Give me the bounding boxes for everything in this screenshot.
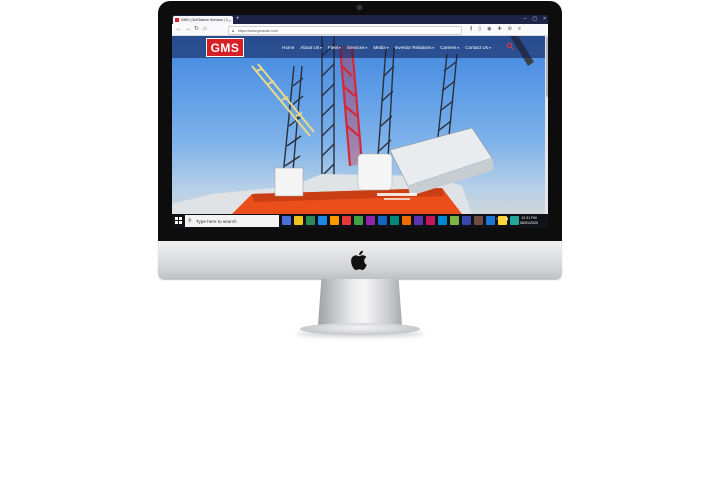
sidebar-icon[interactable]: ▯ (478, 25, 481, 34)
address-bar[interactable]: 🔒︎ https://www.gmsuae.com (228, 26, 462, 35)
taskbar-app-icon[interactable] (426, 216, 435, 225)
imac-stand-foot (300, 323, 420, 335)
taskbar-app-icon[interactable] (354, 216, 363, 225)
home-icon[interactable]: ⌂ (203, 25, 207, 34)
main-menu: Home About Us▾ Fleet▾ Services▾ Media▾ I… (282, 36, 491, 58)
site-navigation: GMS Home About Us▾ Fleet▾ Services▾ Medi… (172, 36, 548, 58)
chevron-down-icon: ▾ (339, 45, 341, 50)
taskbar-app-icon[interactable] (486, 216, 495, 225)
url-text: https://www.gmsuae.com (238, 28, 278, 33)
taskbar-app-icon[interactable] (414, 216, 423, 225)
menu-item-contact-us[interactable]: Contact Us▾ (465, 45, 491, 50)
taskbar-app-icon[interactable] (462, 216, 471, 225)
chevron-up-icon[interactable]: ˄ (496, 216, 498, 221)
taskbar-app-icon[interactable] (450, 216, 459, 225)
minimize-button[interactable]: – (524, 15, 527, 24)
tab-close-icon[interactable]: × (229, 18, 231, 23)
windows-start-icon[interactable] (175, 217, 182, 224)
taskbar-app-icon[interactable] (342, 216, 351, 225)
toolbar-icons: ⫼ ▯ ◉ ✚ ⚙ ≡ (470, 25, 521, 34)
screen: GMS | Gulf Marine Services | C... × + – … (172, 15, 548, 228)
forward-arrow-icon[interactable]: → (185, 25, 191, 34)
maximize-button[interactable]: ▢ (532, 15, 537, 24)
lock-icon: 🔒︎ (232, 28, 235, 33)
taskbar-app-icon[interactable] (378, 216, 387, 225)
imac-stand-neck (318, 279, 402, 325)
taskbar-app-icon[interactable] (282, 216, 291, 225)
website: GMS Home About Us▾ Fleet▾ Services▾ Medi… (172, 36, 548, 214)
settings-icon[interactable]: ⚙ (508, 25, 512, 34)
extensions-icon[interactable]: ✚ (497, 25, 501, 34)
chevron-down-icon: ▾ (457, 45, 460, 50)
tab-title: GMS | Gulf Marine Services | C... (181, 18, 229, 22)
jackup-rig-illustration (172, 36, 534, 214)
taskbar-app-icon[interactable] (438, 216, 447, 225)
menu-item-careers[interactable]: Careers▾ (440, 45, 459, 50)
browser-toolbar: ← → ↻ ⌂ 🔒︎ https://www.gmsuae.com ⫼ ▯ ◉ … (172, 24, 548, 36)
search-placeholder: Type here to search (196, 218, 237, 224)
gms-logo[interactable]: GMS (206, 38, 244, 57)
taskbar-app-icon[interactable] (474, 216, 483, 225)
close-window-button[interactable]: × (543, 15, 546, 24)
taskbar-app-icon[interactable] (330, 216, 339, 225)
volume-icon[interactable]: ◀ (505, 216, 508, 221)
gms-favicon-icon (175, 18, 179, 22)
windows-taskbar: ⚲ Type here to search ˄ ◔ ◀ 12:31 PM 06/… (172, 214, 548, 228)
taskbar-app-icon[interactable] (318, 216, 327, 225)
clock-date: 06/01/2020 (520, 221, 538, 225)
taskbar-app-icon[interactable] (306, 216, 315, 225)
taskbar-app-icon[interactable] (402, 216, 411, 225)
search-icon: ⚲ (188, 218, 192, 224)
search-icon[interactable] (506, 42, 514, 50)
account-icon[interactable]: ◉ (487, 25, 491, 34)
menu-item-about-us[interactable]: About Us▾ (300, 45, 322, 50)
reload-icon[interactable]: ↻ (194, 25, 199, 34)
browser-tab-bar: GMS | Gulf Marine Services | C... × + – … (172, 15, 548, 24)
system-tray: ˄ ◔ ◀ (496, 216, 508, 221)
menu-item-home[interactable]: Home (282, 45, 294, 50)
chevron-down-icon: ▾ (365, 45, 368, 50)
taskbar-app-icon[interactable] (390, 216, 399, 225)
window-controls: – ▢ × (524, 15, 546, 24)
taskbar-app-icon[interactable] (366, 216, 375, 225)
network-icon[interactable]: ◔ (500, 216, 502, 221)
menu-item-media[interactable]: Media▾ (373, 45, 388, 50)
new-tab-button[interactable]: + (236, 15, 240, 24)
apple-logo-icon (351, 250, 367, 271)
taskbar-apps (282, 216, 519, 225)
menu-icon[interactable]: ≡ (518, 25, 521, 34)
menu-item-services[interactable]: Services▾ (347, 45, 367, 50)
camera-icon (357, 5, 362, 10)
menu-item-investor-relations[interactable]: Investor Relations▾ (395, 45, 435, 50)
taskbar-app-icon[interactable] (294, 216, 303, 225)
chevron-down-icon: ▾ (320, 45, 322, 50)
chevron-down-icon: ▾ (432, 45, 435, 50)
back-arrow-icon[interactable]: ← (176, 25, 182, 34)
taskbar-search-input[interactable]: ⚲ Type here to search (185, 215, 279, 227)
chevron-down-icon: ▾ (488, 45, 491, 50)
scrollbar-thumb[interactable] (545, 37, 548, 97)
library-icon[interactable]: ⫼ (470, 25, 472, 34)
menu-item-fleet[interactable]: Fleet▾ (328, 45, 341, 50)
chevron-down-icon: ▾ (386, 45, 389, 50)
browser-tab[interactable]: GMS | Gulf Marine Services | C... × (173, 16, 233, 24)
taskbar-clock[interactable]: 12:31 PM 06/01/2020 (517, 216, 541, 226)
